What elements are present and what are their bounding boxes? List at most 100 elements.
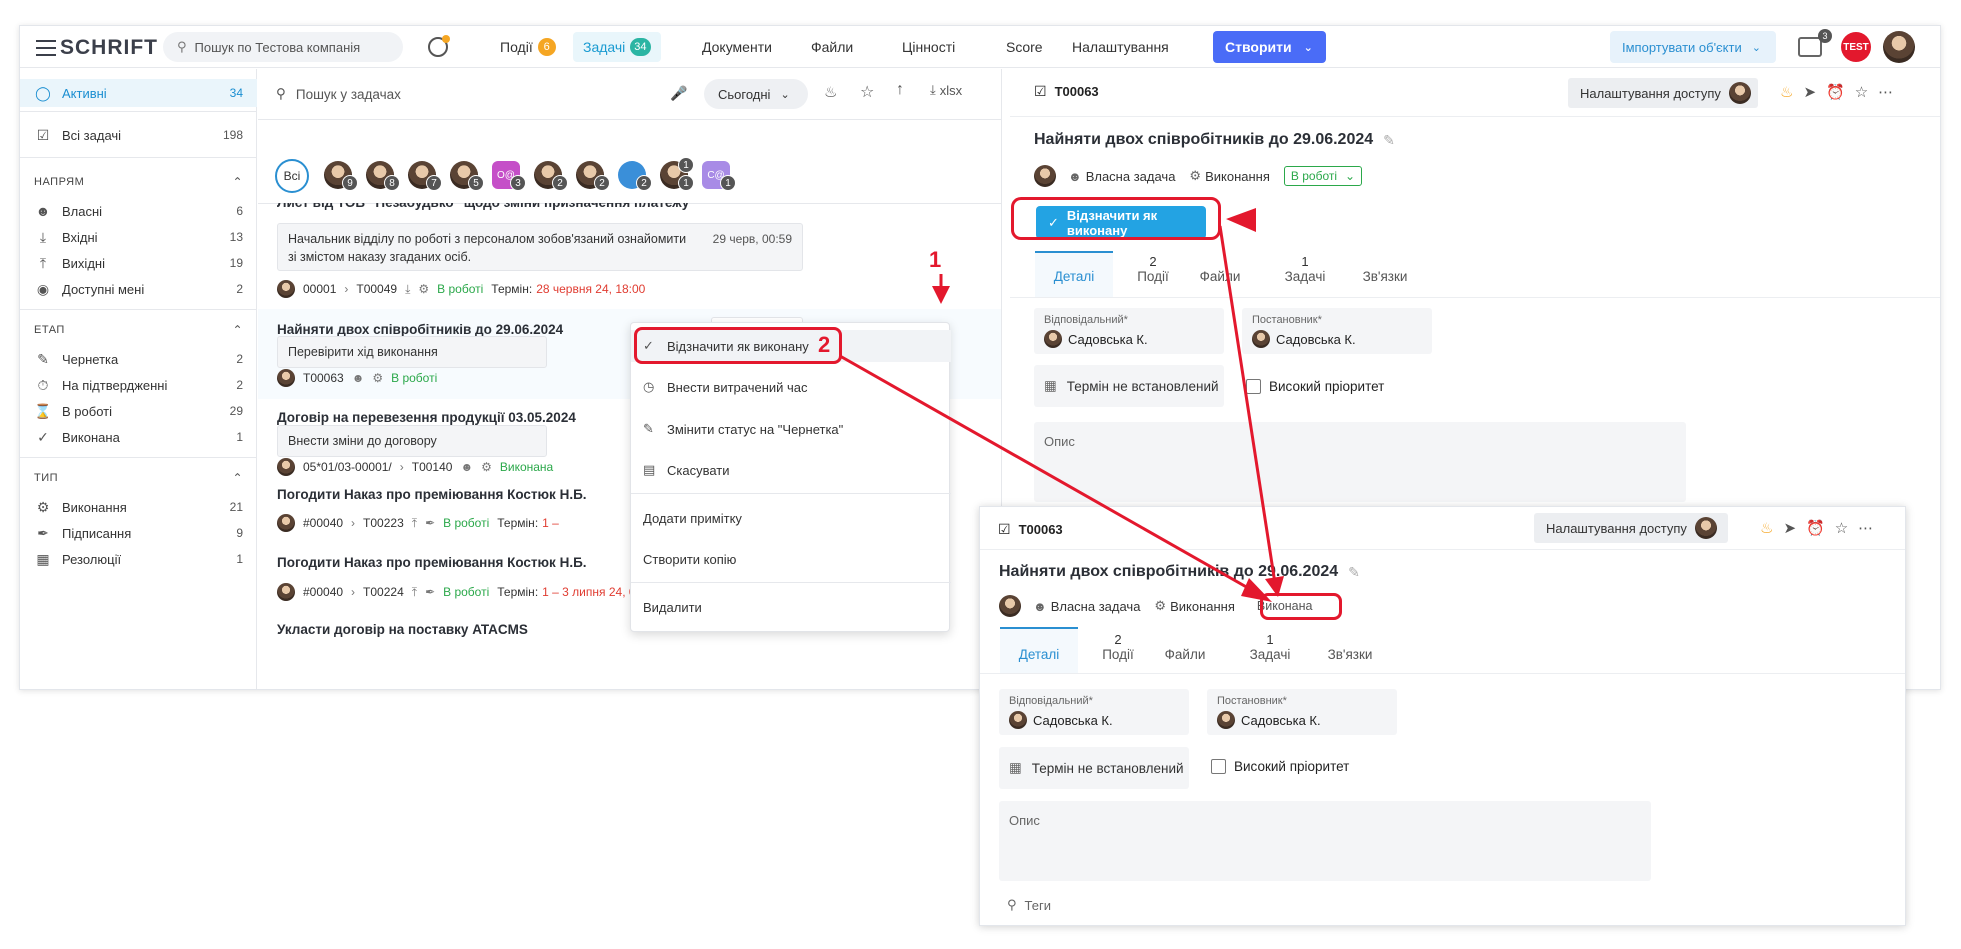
sort-arrow-icon[interactable]: ↑ xyxy=(896,81,904,99)
send-icon[interactable]: ➤ xyxy=(1783,519,1796,537)
tab-files[interactable]: Файли xyxy=(1190,269,1250,284)
send-icon[interactable]: ➤ xyxy=(1803,83,1816,101)
logo[interactable]: SCHRIFT xyxy=(36,36,158,60)
tab-details[interactable]: Деталі xyxy=(1035,269,1113,284)
bell-icon[interactable]: ♨ xyxy=(1760,519,1773,537)
deadline-field[interactable]: ▦ Термін не встановлений xyxy=(999,747,1189,789)
filter-chip-assignee[interactable]: 11 xyxy=(660,157,694,191)
menu-item-cancel[interactable]: ▤ Скасувати xyxy=(631,454,951,486)
star-icon[interactable]: ☆ xyxy=(1835,519,1848,537)
bell-icon[interactable]: ♨ xyxy=(1780,83,1793,101)
author-field[interactable]: Постановник* Садовська К. xyxy=(1207,689,1397,735)
sidebar-item-active[interactable]: ◯ Активні 34 xyxy=(20,79,257,107)
menu-item-log-time[interactable]: ◷ Внести витрачений час xyxy=(631,371,951,403)
sidebar-item-incoming[interactable]: ⤓ Вхідні 13 xyxy=(20,223,257,251)
access-settings-button[interactable]: Налаштування доступу xyxy=(1568,78,1758,108)
menu-item-copy[interactable]: Створити копію xyxy=(631,543,951,575)
task-description[interactable]: Перевірити хід виконання xyxy=(277,336,547,368)
section-stage-header[interactable]: ЕТАП ⌃ xyxy=(34,323,243,337)
detail-title[interactable]: Найняти двох співробітників до 29.06.202… xyxy=(999,563,1360,581)
ai-assistant-icon[interactable] xyxy=(428,35,450,57)
filter-chip-assignee[interactable]: 2 xyxy=(618,161,652,191)
task-title[interactable]: Найняти двох співробітників до 29.06.202… xyxy=(277,322,563,337)
task-description[interactable]: Начальник відділу по роботі з персоналом… xyxy=(277,223,803,271)
bell-icon[interactable]: ♨ xyxy=(824,83,837,101)
task-code[interactable]: T00049 xyxy=(356,282,397,296)
sidebar-item-resolutions[interactable]: ▦ Резолюції 1 xyxy=(20,545,257,573)
filter-chip-assignee[interactable]: 9 xyxy=(324,161,358,191)
filter-chip-assignee[interactable]: С@ 1 xyxy=(702,161,736,191)
sidebar-item-done[interactable]: ✓ Виконана 1 xyxy=(20,423,257,451)
more-icon[interactable]: ⋯ xyxy=(1858,519,1873,537)
filter-chip-all[interactable]: Всі xyxy=(275,159,309,193)
tab-events[interactable]: 2 Події xyxy=(1123,254,1183,284)
more-icon[interactable]: ⋯ xyxy=(1878,83,1893,101)
alarm-icon[interactable]: ⏰ xyxy=(1826,83,1845,101)
sidebar-item-signing[interactable]: ✒ Підписання 9 xyxy=(20,519,257,547)
nav-tasks[interactable]: Задачі 34 xyxy=(573,32,661,62)
task-code[interactable]: T00140 xyxy=(412,460,453,474)
hamburger-icon[interactable] xyxy=(36,40,56,56)
nav-values[interactable]: Цінності xyxy=(892,32,965,62)
star-icon[interactable]: ☆ xyxy=(860,82,874,102)
filter-chip-assignee[interactable]: 2 xyxy=(576,161,610,191)
nav-settings[interactable]: Налаштування xyxy=(1062,32,1179,62)
nav-documents[interactable]: Документи xyxy=(692,32,782,62)
sidebar-item-shared[interactable]: ◉ Доступні мені 2 xyxy=(20,275,257,303)
responsible-field[interactable]: Відповідальний* Садовська К. xyxy=(1034,308,1224,354)
tab-tasks[interactable]: 1 Задачі xyxy=(1275,254,1335,284)
tab-links[interactable]: Зв'язки xyxy=(1315,647,1385,662)
description-field[interactable]: Опис xyxy=(999,801,1651,881)
task-code[interactable]: T00063 xyxy=(303,371,344,385)
global-search-input[interactable]: ⚲ Пошук по Тестова компанія xyxy=(163,32,403,62)
task-code[interactable]: T00223 xyxy=(363,516,404,530)
filter-chip-assignee[interactable]: 5 xyxy=(450,161,484,191)
export-xlsx-button[interactable]: ⤓ xlsx xyxy=(930,82,962,98)
tab-tasks[interactable]: 1 Задачі xyxy=(1240,632,1300,662)
deadline-field[interactable]: ▦ Термін не встановлений xyxy=(1034,365,1224,407)
sidebar-item-draft[interactable]: ✎ Чернетка 2 xyxy=(20,345,257,373)
tab-files[interactable]: Файли xyxy=(1155,647,1215,662)
filter-chip-assignee[interactable]: 8 xyxy=(366,161,400,191)
detail-title[interactable]: Найняти двох співробітників до 29.06.202… xyxy=(1034,131,1395,149)
menu-item-set-draft[interactable]: ✎ Змінити статус на "Чернетка" xyxy=(631,413,951,445)
task-title[interactable]: Укласти договір на поставку ATACMS xyxy=(277,622,528,637)
import-objects-button[interactable]: Імпортувати об'єкти ⌄ xyxy=(1610,31,1776,63)
filter-chip-assignee[interactable]: О@ 3 xyxy=(492,161,526,191)
nav-score[interactable]: Score xyxy=(996,32,1053,62)
sidebar-item-own[interactable]: ☻ Власні 6 xyxy=(20,197,257,225)
tab-details[interactable]: Деталі xyxy=(1000,647,1078,662)
menu-item-delete[interactable]: Видалити xyxy=(631,591,951,623)
filter-chip-assignee[interactable]: 7 xyxy=(408,161,442,191)
company-badge[interactable]: TEST xyxy=(1841,32,1871,62)
author-field[interactable]: Постановник* Садовська К. xyxy=(1242,308,1432,354)
tab-links[interactable]: Зв'язки xyxy=(1350,269,1420,284)
task-title[interactable]: Погодити Наказ про преміювання Костюк Н.… xyxy=(277,555,587,570)
description-field[interactable]: Опис xyxy=(1034,422,1686,502)
filter-chip-assignee[interactable]: 2 xyxy=(534,161,568,191)
nav-files[interactable]: Файли xyxy=(801,32,863,62)
sidebar-item-outgoing[interactable]: ⤒ Вихідні 19 xyxy=(20,249,257,277)
menu-item-add-note[interactable]: Додати примітку xyxy=(631,502,951,534)
sidebar-item-all[interactable]: ☑ Всі задачі 198 xyxy=(20,121,257,149)
alarm-icon[interactable]: ⏰ xyxy=(1806,519,1825,537)
high-priority-checkbox[interactable]: Високий пріоритет xyxy=(1246,379,1384,394)
briefcase-icon[interactable]: 3 xyxy=(1798,29,1832,57)
high-priority-checkbox[interactable]: Високий пріоритет xyxy=(1211,759,1349,774)
task-description[interactable]: Внести зміни до договору xyxy=(277,425,547,457)
task-code[interactable]: T00224 xyxy=(363,585,404,599)
date-filter-dropdown[interactable]: Сьогодні ⌄ xyxy=(704,79,808,109)
section-direction-header[interactable]: НАПРЯМ ⌃ xyxy=(34,175,243,189)
tags-field[interactable]: ⚲ Теги xyxy=(1007,897,1051,913)
pencil-icon[interactable]: ✎ xyxy=(1348,564,1360,581)
task-title[interactable]: Договір на перевезення продукції 03.05.2… xyxy=(277,410,576,425)
sidebar-item-execution[interactable]: ⚙ Виконання 21 xyxy=(20,493,257,521)
task-title[interactable]: Погодити Наказ про преміювання Костюк Н.… xyxy=(277,487,587,502)
user-avatar[interactable] xyxy=(1883,31,1915,63)
access-settings-button[interactable]: Налаштування доступу xyxy=(1534,513,1728,543)
pencil-icon[interactable]: ✎ xyxy=(1383,132,1395,149)
microphone-icon[interactable]: 🎤 xyxy=(670,85,687,102)
create-button[interactable]: Створити ⌄ xyxy=(1213,31,1326,63)
nav-events[interactable]: Події 6 xyxy=(490,32,566,62)
section-type-header[interactable]: ТИП ⌃ xyxy=(34,471,243,485)
